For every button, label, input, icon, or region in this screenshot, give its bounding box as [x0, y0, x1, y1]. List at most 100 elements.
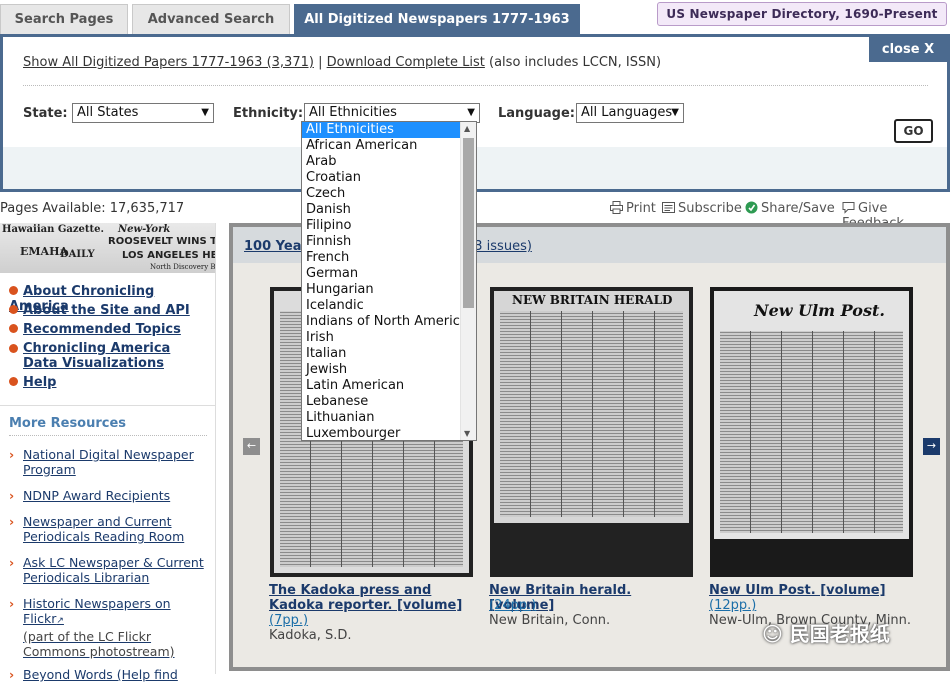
newspaper-title-link[interactable]: New Ulm Post. [volume]: [709, 583, 919, 598]
tab-all-digitized-newspapers[interactable]: All Digitized Newspapers 1777-1963: [294, 4, 580, 34]
chevron-down-icon: ▼: [201, 107, 209, 118]
language-select-value: All Languages: [581, 105, 673, 120]
resource-label: Beyond Words (Help find: [23, 667, 178, 682]
state-label: State:: [23, 106, 68, 121]
tab-advanced-search[interactable]: Advanced Search: [132, 4, 290, 34]
separator: |: [318, 55, 323, 70]
left-sidebar: Hawaiian Gazette. New-York ROOSEVELT WIN…: [0, 223, 216, 682]
print-label: Print: [626, 201, 656, 216]
newspaper-columns: [720, 331, 903, 533]
arrow-bullet-icon: [9, 377, 18, 386]
dropdown-option[interactable]: Hungarian: [302, 282, 461, 298]
ethnicity-dropdown-list[interactable]: All Ethnicities African American Arab Croat…: [301, 121, 477, 441]
go-button[interactable]: GO: [894, 119, 933, 143]
language-label: Language:: [498, 106, 575, 121]
dropdown-option[interactable]: All Ethnicities: [302, 122, 461, 138]
show-all-papers-link[interactable]: Show All Digitized Papers 1777-1963 (3,3…: [23, 55, 314, 70]
carousel-next-button[interactable]: →: [923, 438, 940, 455]
dropdown-option[interactable]: Icelandic: [302, 298, 461, 314]
nav-label: Help: [23, 375, 57, 390]
resource-flickr[interactable]: › Historic Newspapers on Flickr↗ (part of …: [9, 596, 209, 659]
masthead-text: LOS ANGELES HE: [122, 250, 215, 261]
ethnicity-select[interactable]: All Ethnicities ▼: [304, 103, 480, 123]
dropdown-option[interactable]: French: [302, 250, 461, 266]
newspaper-columns: [500, 311, 683, 517]
share-link[interactable]: Share/Save: [745, 201, 835, 216]
dropdown-option[interactable]: Finnish: [302, 234, 461, 250]
newspaper-page-image: NEW BRITAIN HERALD: [494, 291, 689, 523]
divider: [9, 435, 207, 436]
dropdown-option[interactable]: Czech: [302, 186, 461, 202]
state-select[interactable]: All States ▼: [72, 103, 214, 123]
dropdown-option[interactable]: Filipino: [302, 218, 461, 234]
arrow-bullet-icon: [9, 324, 18, 333]
newspaper-page-image: New Ulm Post.: [714, 291, 909, 539]
dropdown-option[interactable]: Lithuanian: [302, 410, 461, 426]
dropdown-option[interactable]: Danish: [302, 202, 461, 218]
nav-help[interactable]: Help: [9, 375, 56, 390]
newspaper-thumbnail[interactable]: NEW BRITAIN HERALD: [490, 287, 693, 577]
divider: [0, 405, 215, 406]
dropdown-option[interactable]: Indians of North America: [302, 314, 461, 330]
resource-ask-librarian[interactable]: › Ask LC Newspaper & Current Periodicals …: [9, 555, 209, 587]
scrollbar-thumb[interactable]: [463, 138, 474, 308]
carousel-prev-button[interactable]: ←: [243, 438, 260, 455]
state-select-value: All States: [77, 105, 139, 120]
resource-label: National Digital Newspaper Program: [23, 447, 194, 477]
chevron-down-icon: ▼: [671, 107, 679, 118]
dropdown-option[interactable]: African American: [302, 138, 461, 154]
masthead-text: North Discovery Bel: [150, 263, 215, 271]
scroll-up-icon[interactable]: ▲: [464, 124, 470, 133]
external-link-icon: ↗: [56, 616, 64, 626]
divider: [23, 85, 928, 86]
chevron-right-icon: ›: [9, 596, 15, 611]
share-label: Share/Save: [761, 201, 835, 216]
nav-label: Recommended Topics: [23, 322, 181, 337]
dropdown-option[interactable]: Italian: [302, 346, 461, 362]
dropdown-option[interactable]: Luxembourger: [302, 426, 461, 440]
newspaper-pages-link[interactable]: (12pp.): [709, 598, 756, 613]
chevron-right-icon: ›: [9, 667, 15, 682]
dropdown-option[interactable]: Croatian: [302, 170, 461, 186]
download-list-link[interactable]: Download Complete List: [327, 55, 485, 70]
chevron-right-icon: ›: [9, 555, 15, 570]
resource-label: Historic Newspapers on Flickr: [23, 596, 171, 626]
resource-reading-room[interactable]: › Newspaper and Current Periodicals Readi…: [9, 514, 209, 546]
us-newspaper-directory-button[interactable]: US Newspaper Directory, 1690-Present: [657, 2, 947, 26]
chevron-right-icon: ›: [9, 488, 15, 503]
dropdown-option[interactable]: Jewish: [302, 362, 461, 378]
newspaper-pages-link[interactable]: (7pp.): [269, 613, 308, 628]
newspaper-thumbnail[interactable]: New Ulm Post.: [710, 287, 913, 577]
resource-ndnp-awards[interactable]: › NDNP Award Recipients: [9, 488, 209, 504]
dropdown-option[interactable]: German: [302, 266, 461, 282]
nav-recommended-topics[interactable]: Recommended Topics: [9, 322, 181, 337]
scroll-down-icon[interactable]: ▼: [464, 429, 470, 438]
newspaper-title-link[interactable]: The Kadoka press and Kadoka reporter. [v…: [269, 583, 479, 613]
chevron-right-icon: ›: [9, 514, 15, 529]
nav-about-site-api[interactable]: About the Site and API: [9, 303, 190, 318]
watermark: ☺ 民国老报纸: [762, 618, 890, 647]
resource-note: (part of the LC Flickr Commons photostre…: [23, 629, 175, 659]
resource-label: Ask LC Newspaper & Current Periodicals L…: [23, 555, 204, 585]
close-button[interactable]: close X: [869, 37, 947, 62]
masthead-text: DAILY: [60, 249, 95, 260]
nav-label: About the Site and API: [23, 303, 190, 318]
resource-ndnp[interactable]: › National Digital Newspaper Program: [9, 447, 209, 479]
more-resources-heading: More Resources: [9, 416, 127, 431]
language-select[interactable]: All Languages ▼: [576, 103, 684, 123]
dropdown-option[interactable]: Lebanese: [302, 394, 461, 410]
newspaper-place: Kadoka, S.D.: [269, 628, 352, 643]
dropdown-option[interactable]: Arab: [302, 154, 461, 170]
subscribe-label: Subscribe: [678, 201, 742, 216]
dropdown-scrollbar[interactable]: ▲ ▼: [460, 122, 476, 440]
resource-label: Newspaper and Current Periodicals Readin…: [23, 514, 185, 544]
subscribe-link[interactable]: Subscribe: [662, 201, 742, 216]
resource-label: NDNP Award Recipients: [23, 488, 171, 503]
dropdown-option[interactable]: Irish: [302, 330, 461, 346]
chevron-down-icon: ▼: [467, 107, 475, 118]
newspaper-pages-link[interactable]: (24pp.): [489, 598, 536, 613]
dropdown-option[interactable]: Latin American: [302, 378, 461, 394]
resource-beyond-words[interactable]: › Beyond Words (Help find: [9, 667, 209, 683]
print-link[interactable]: Print: [610, 201, 656, 216]
tab-search-pages[interactable]: Search Pages: [0, 4, 128, 34]
